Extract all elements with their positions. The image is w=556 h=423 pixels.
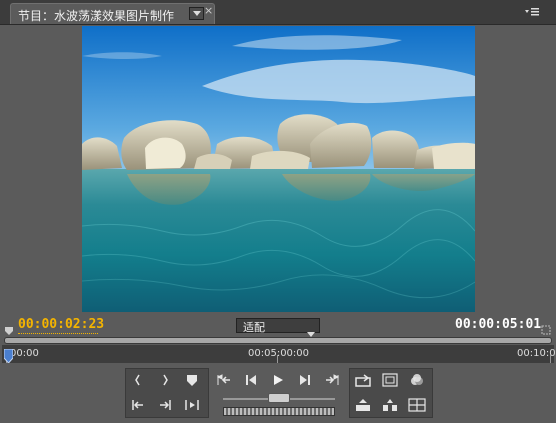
- tab-program-monitor[interactable]: 节目：水波荡漾效果图片制作: [10, 3, 215, 24]
- zoom-scroll-bar[interactable]: [4, 337, 552, 344]
- chevron-down-icon[interactable]: [189, 7, 204, 20]
- play-icon[interactable]: [268, 371, 288, 389]
- output-icon[interactable]: [407, 371, 427, 389]
- lake-rocks-image: [82, 26, 475, 312]
- lift-icon[interactable]: [353, 396, 373, 414]
- shuttle-slider[interactable]: [268, 393, 290, 403]
- ruler-start-label: 00:00: [10, 348, 39, 359]
- ruler-mid-label: 00:05:00:00: [248, 348, 310, 359]
- go-to-out-icon[interactable]: [155, 396, 175, 414]
- time-ruler[interactable]: 00:00 00:05:00:00 00:10:0: [2, 345, 556, 363]
- trim-icon[interactable]: [407, 396, 427, 414]
- duration-timecode: 00:00:05:01: [455, 317, 542, 332]
- step-back-icon[interactable]: [241, 371, 261, 389]
- current-timecode-underline: [18, 333, 98, 334]
- panel-tab-bar: 节目：水波荡漾效果图片制作 ×: [0, 0, 556, 25]
- zoom-fit-dropdown[interactable]: 适配: [236, 318, 320, 337]
- loop-icon[interactable]: [353, 371, 373, 389]
- mark-out-icon[interactable]: [155, 371, 175, 389]
- ruler-tick: [277, 355, 278, 363]
- step-forward-icon[interactable]: [295, 371, 315, 389]
- extract-icon[interactable]: [380, 396, 400, 414]
- zoom-fit-label: 适配: [243, 321, 265, 334]
- close-icon[interactable]: ×: [204, 4, 213, 17]
- program-monitor-frame[interactable]: [82, 26, 475, 312]
- go-to-previous-edit-icon[interactable]: [214, 371, 234, 389]
- go-to-next-edit-icon[interactable]: [322, 371, 342, 389]
- safe-margins-icon[interactable]: [380, 371, 400, 389]
- ruler-tick: [550, 355, 551, 363]
- playhead-icon[interactable]: [3, 348, 14, 367]
- tab-title: 节目：水波荡漾效果图片制作: [18, 9, 175, 23]
- set-marker-icon[interactable]: [182, 371, 202, 389]
- current-timecode[interactable]: 00:00:02:23: [18, 317, 104, 332]
- go-to-in-icon[interactable]: [128, 396, 148, 414]
- play-in-to-out-icon[interactable]: [182, 396, 202, 414]
- jog-wheel[interactable]: [223, 407, 335, 416]
- panel-menu-icon[interactable]: [522, 4, 542, 18]
- mark-in-icon[interactable]: [128, 371, 148, 389]
